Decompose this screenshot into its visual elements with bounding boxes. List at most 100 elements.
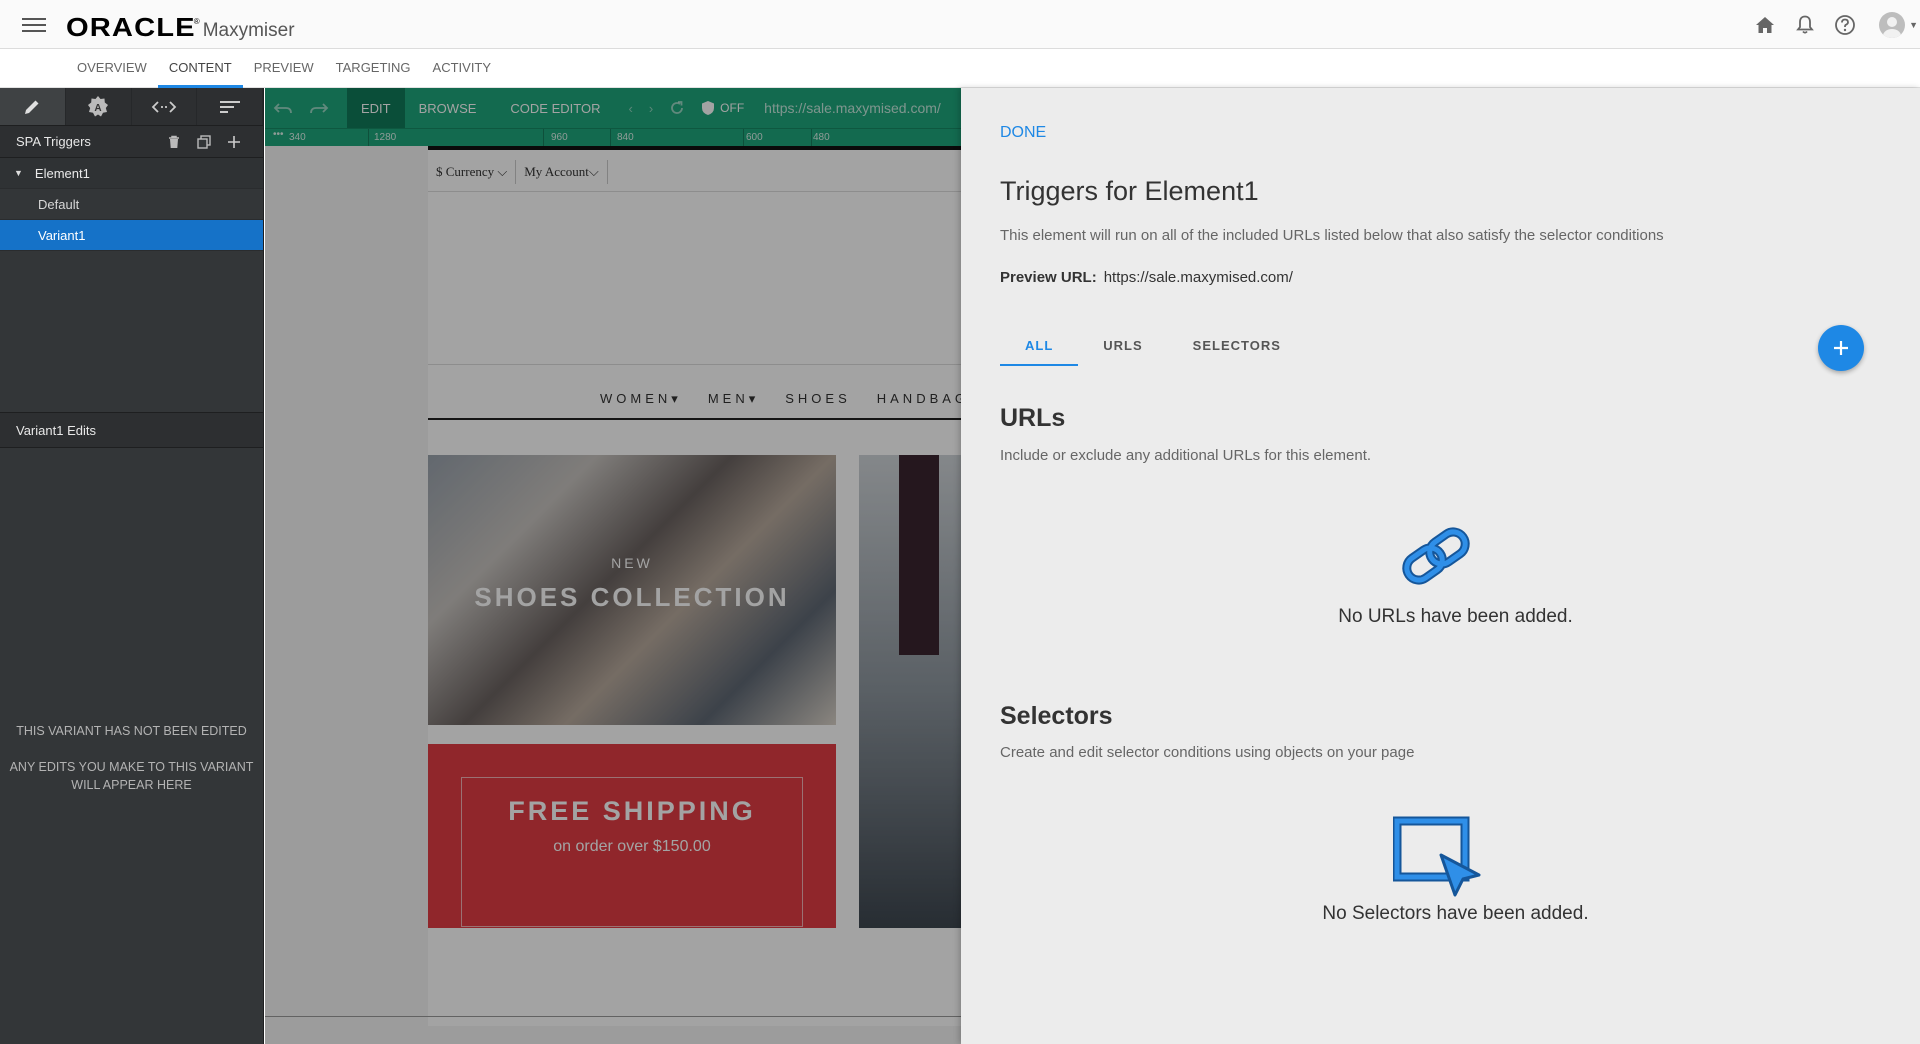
forward-icon[interactable]: › xyxy=(641,88,661,128)
link-icon xyxy=(1397,526,1475,591)
tab-all[interactable]: ALL xyxy=(1000,326,1079,366)
drawer-description: This element will run on all of the incl… xyxy=(1000,227,1664,244)
tab-overview[interactable]: OVERVIEW xyxy=(66,49,158,88)
preview-url-row: Preview URL: https://sale.maxymised.com/ xyxy=(1000,269,1293,286)
nav-shoes[interactable]: SHOES xyxy=(785,391,851,407)
back-icon[interactable]: ‹ xyxy=(620,88,640,128)
selectors-description: Create and edit selector conditions usin… xyxy=(1000,744,1415,761)
urls-description: Include or exclude any additional URLs f… xyxy=(1000,447,1372,464)
svg-text:A: A xyxy=(95,103,102,114)
done-button[interactable]: DONE xyxy=(1000,124,1046,142)
avatar xyxy=(1879,11,1906,38)
tree-item-default[interactable]: Default xyxy=(0,189,263,220)
tab-selectors[interactable]: SELECTORS xyxy=(1168,326,1306,366)
undo-icon[interactable] xyxy=(265,88,301,128)
site-utility-bar: $ Currency ⌵ My Account⌵ xyxy=(428,160,608,184)
redo-icon[interactable] xyxy=(301,88,337,128)
section-title: SPA Triggers xyxy=(16,134,91,149)
banner-subtitle: on order over $150.00 xyxy=(553,838,711,855)
ruler-label-840: 840 xyxy=(617,132,634,143)
tree-item-variant1[interactable]: Variant1 xyxy=(0,220,263,251)
preview-url-label: Preview URL: xyxy=(1000,269,1097,286)
free-shipping-banner[interactable]: FREE SHIPPING on order over $150.00 xyxy=(428,744,836,928)
ruler-tick xyxy=(743,129,744,147)
tab-targeting[interactable]: TARGETING xyxy=(325,49,422,88)
nav-women[interactable]: WOMEN▾ xyxy=(600,391,682,407)
tree-item-label: Element1 xyxy=(34,165,90,181)
editor-url[interactable]: https://sale.maxymised.com/ xyxy=(764,100,941,116)
drawer-title: Triggers for Element1 xyxy=(1000,176,1259,206)
ruler-label-1280: 1280 xyxy=(374,132,397,143)
tab-activity[interactable]: ACTIVITY xyxy=(422,49,503,88)
sort-icon[interactable] xyxy=(197,88,263,125)
selector-cursor-icon xyxy=(1392,815,1483,902)
add-icon[interactable] xyxy=(221,129,247,155)
tab-content[interactable]: CONTENT xyxy=(157,49,243,88)
style-badge-icon[interactable]: A xyxy=(66,88,132,125)
shoes-collection-banner[interactable]: NEW SHOES COLLECTION xyxy=(428,455,836,725)
help-icon[interactable] xyxy=(1825,5,1865,45)
brand-trademark: ® xyxy=(193,17,200,26)
pencil-icon[interactable] xyxy=(0,88,66,125)
ruler-label-960: 960 xyxy=(551,132,568,143)
shield-icon xyxy=(702,101,715,115)
selectors-title: Selectors xyxy=(1000,702,1113,730)
home-icon[interactable] xyxy=(1745,5,1785,45)
nav-women-label: WOMEN xyxy=(600,391,672,406)
refresh-icon[interactable] xyxy=(661,88,693,128)
banner-title: FREE SHIPPING xyxy=(508,796,756,826)
empty-line-2: ANY EDITS YOU MAKE TO THIS VARIANT WILL … xyxy=(9,760,254,792)
hero-image-detail xyxy=(899,455,939,655)
bell-icon[interactable] xyxy=(1785,5,1825,45)
code-icon[interactable] xyxy=(132,88,198,125)
spa-triggers-header: SPA Triggers xyxy=(0,126,263,158)
browse-mode-button[interactable]: BROWSE xyxy=(405,88,491,128)
banner-title: SHOES COLLECTION xyxy=(474,582,790,612)
code-editor-button[interactable]: CODE EDITOR xyxy=(490,88,620,128)
ruler-more: ••• xyxy=(273,129,284,140)
banner-kicker: NEW xyxy=(611,555,653,571)
product-name: Maxymiser xyxy=(202,20,295,41)
ruler-label-340: 340 xyxy=(289,132,306,143)
urls-title: URLs xyxy=(1000,404,1066,432)
secure-toggle[interactable]: OFF xyxy=(693,88,752,128)
app-header: ORACLE ® Maxymiser ▼ xyxy=(0,0,1920,49)
currency-selector[interactable]: $ Currency ⌵ xyxy=(428,160,517,184)
ruler-tick xyxy=(543,129,544,147)
left-panel-toolbar: A xyxy=(0,88,263,126)
selectors-empty-state: No Selectors have been added. xyxy=(1322,903,1589,924)
urls-empty-state: No URLs have been added. xyxy=(1338,606,1573,627)
ruler-tick xyxy=(610,129,611,147)
user-menu[interactable]: ▼ xyxy=(1879,11,1918,38)
edit-mode-button[interactable]: EDIT xyxy=(347,88,405,128)
trash-icon[interactable] xyxy=(161,129,187,155)
logo[interactable]: ORACLE ® Maxymiser xyxy=(66,12,295,43)
left-panel: A SPA Triggers ▼ Element1 Default Varian… xyxy=(0,88,264,1044)
preview-url-value[interactable]: https://sale.maxymised.com/ xyxy=(1104,269,1293,286)
section-tabs: OVERVIEW CONTENT PREVIEW TARGETING ACTIV… xyxy=(0,49,1920,88)
tab-urls[interactable]: URLS xyxy=(1078,326,1167,366)
menu-icon[interactable] xyxy=(22,14,46,34)
account-label: My Account xyxy=(524,164,589,179)
ruler-label-600: 600 xyxy=(746,132,763,143)
ruler-label-480: 480 xyxy=(813,132,830,143)
trigger-tabs: ALL URLS SELECTORS xyxy=(1000,326,1306,366)
ruler-tick xyxy=(368,129,369,147)
duplicate-icon[interactable] xyxy=(191,129,217,155)
triggers-drawer: DONE Triggers for Element1 This element … xyxy=(961,88,1920,1044)
secure-toggle-label: OFF xyxy=(720,101,745,115)
currency-label: $ Currency xyxy=(436,164,495,179)
nav-men-label: MEN xyxy=(707,391,749,406)
variant-empty-message: THIS VARIANT HAS NOT BEEN EDITED ANY EDI… xyxy=(0,722,263,812)
empty-line-1: THIS VARIANT HAS NOT BEEN EDITED xyxy=(16,724,247,738)
tree-item-element1[interactable]: ▼ Element1 xyxy=(0,158,263,189)
variant-edits-header: Variant1 Edits xyxy=(0,412,263,448)
caret-down-icon[interactable]: ▼ xyxy=(14,168,23,178)
chevron-down-icon: ▼ xyxy=(1909,19,1918,30)
tab-preview[interactable]: PREVIEW xyxy=(243,49,325,88)
plus-icon xyxy=(1834,341,1848,355)
account-selector[interactable]: My Account⌵ xyxy=(516,160,608,184)
nav-men[interactable]: MEN▾ xyxy=(708,391,759,407)
ruler-tick xyxy=(811,129,812,147)
add-trigger-button[interactable] xyxy=(1818,325,1864,371)
